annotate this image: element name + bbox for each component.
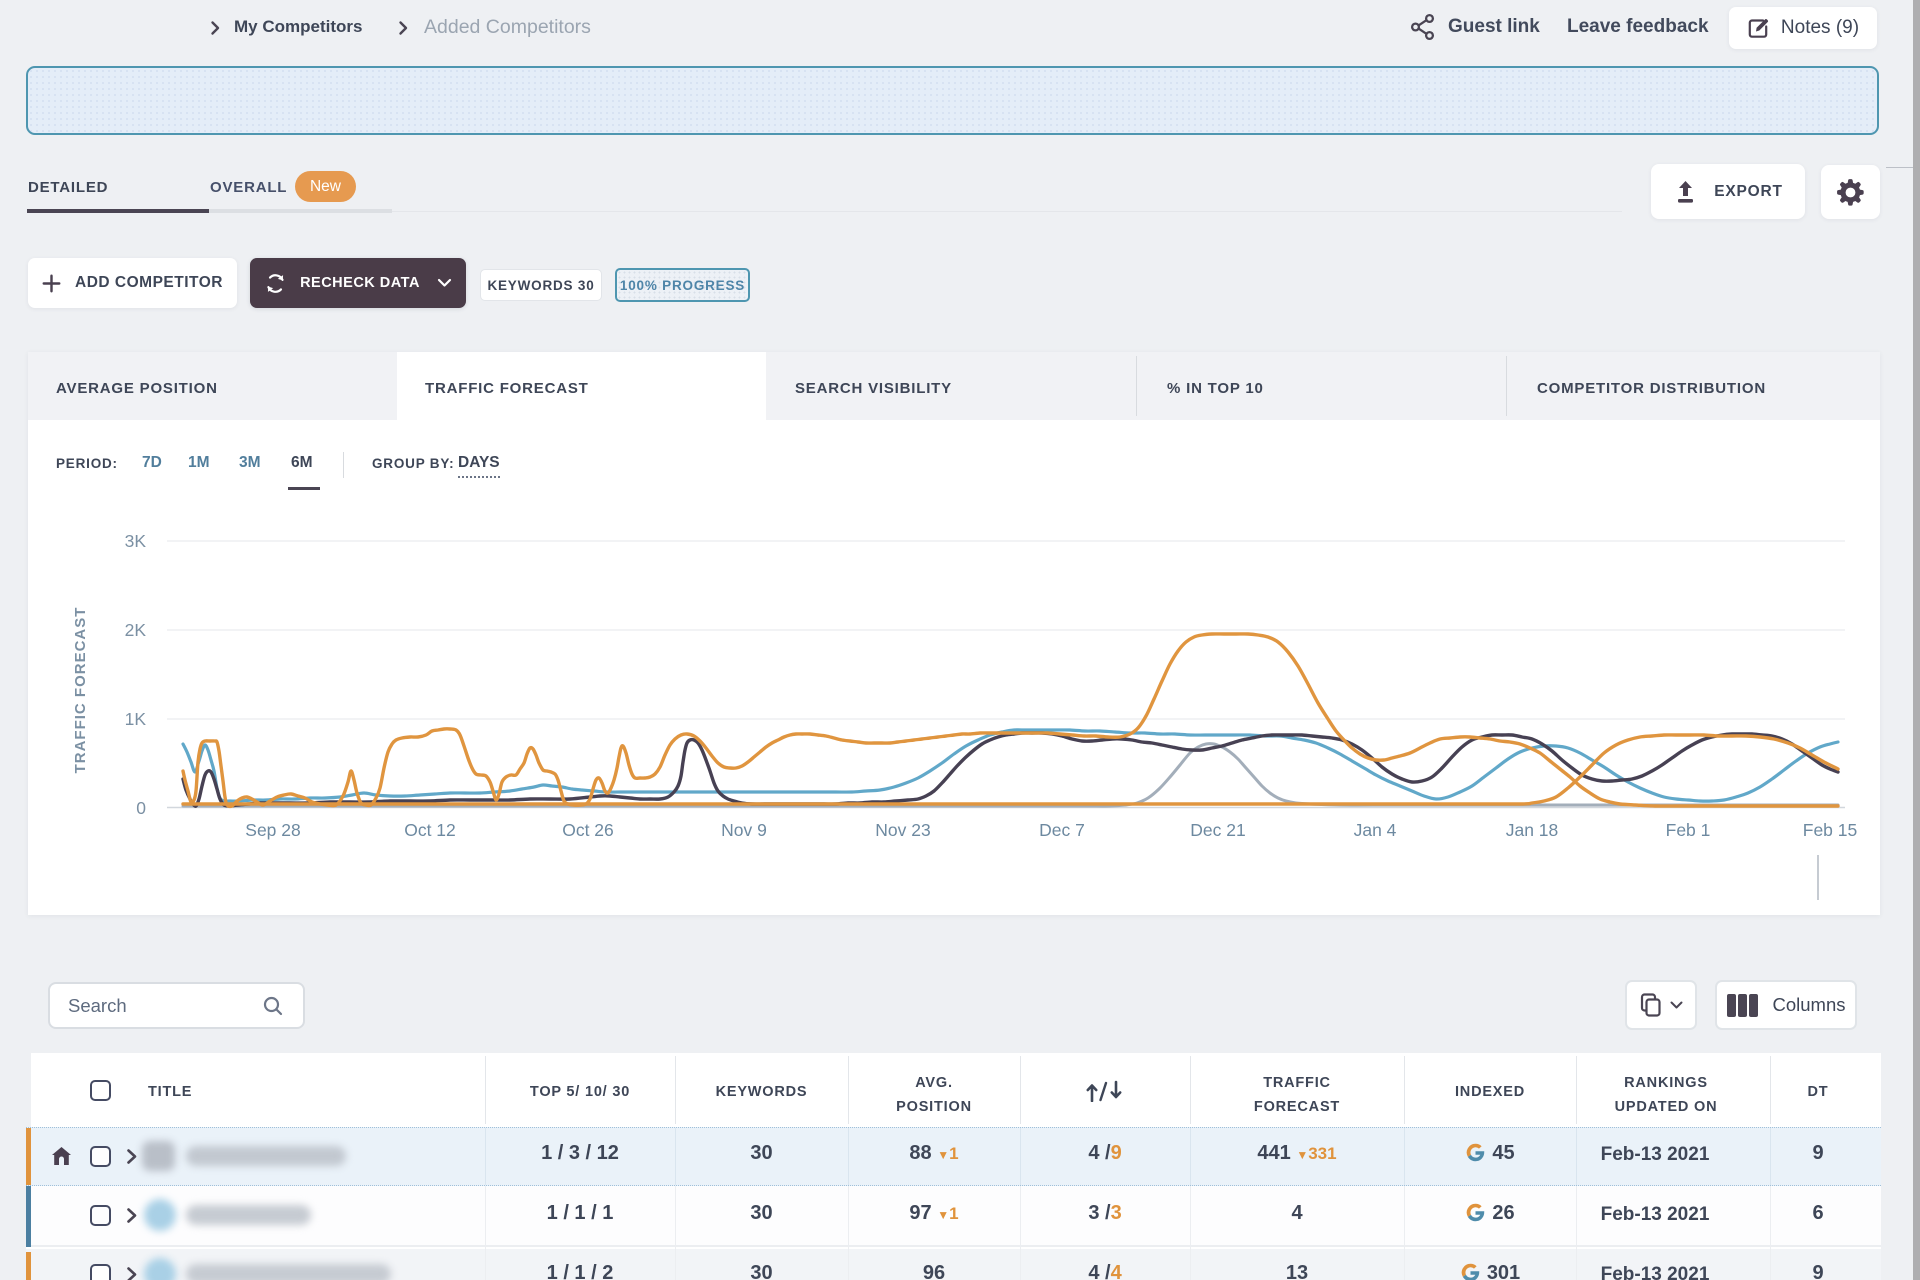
- svg-text:3K: 3K: [125, 531, 147, 551]
- svg-text:Oct 12: Oct 12: [404, 820, 456, 840]
- svg-text:Nov 9: Nov 9: [721, 820, 767, 840]
- svg-text:TRAFFIC FORECAST: TRAFFIC FORECAST: [72, 607, 89, 774]
- svg-text:Dec 7: Dec 7: [1039, 820, 1085, 840]
- svg-text:Feb 15: Feb 15: [1803, 820, 1857, 840]
- svg-text:Nov 23: Nov 23: [875, 820, 930, 840]
- svg-text:1K: 1K: [125, 709, 147, 729]
- svg-text:Dec 21: Dec 21: [1190, 820, 1245, 840]
- svg-text:0: 0: [136, 798, 146, 818]
- svg-text:Feb 1: Feb 1: [1666, 820, 1711, 840]
- svg-text:Jan 18: Jan 18: [1506, 820, 1559, 840]
- svg-text:Sep 28: Sep 28: [245, 820, 300, 840]
- svg-text:Oct 26: Oct 26: [562, 820, 614, 840]
- svg-text:2K: 2K: [125, 620, 147, 640]
- svg-text:Jan 4: Jan 4: [1354, 820, 1397, 840]
